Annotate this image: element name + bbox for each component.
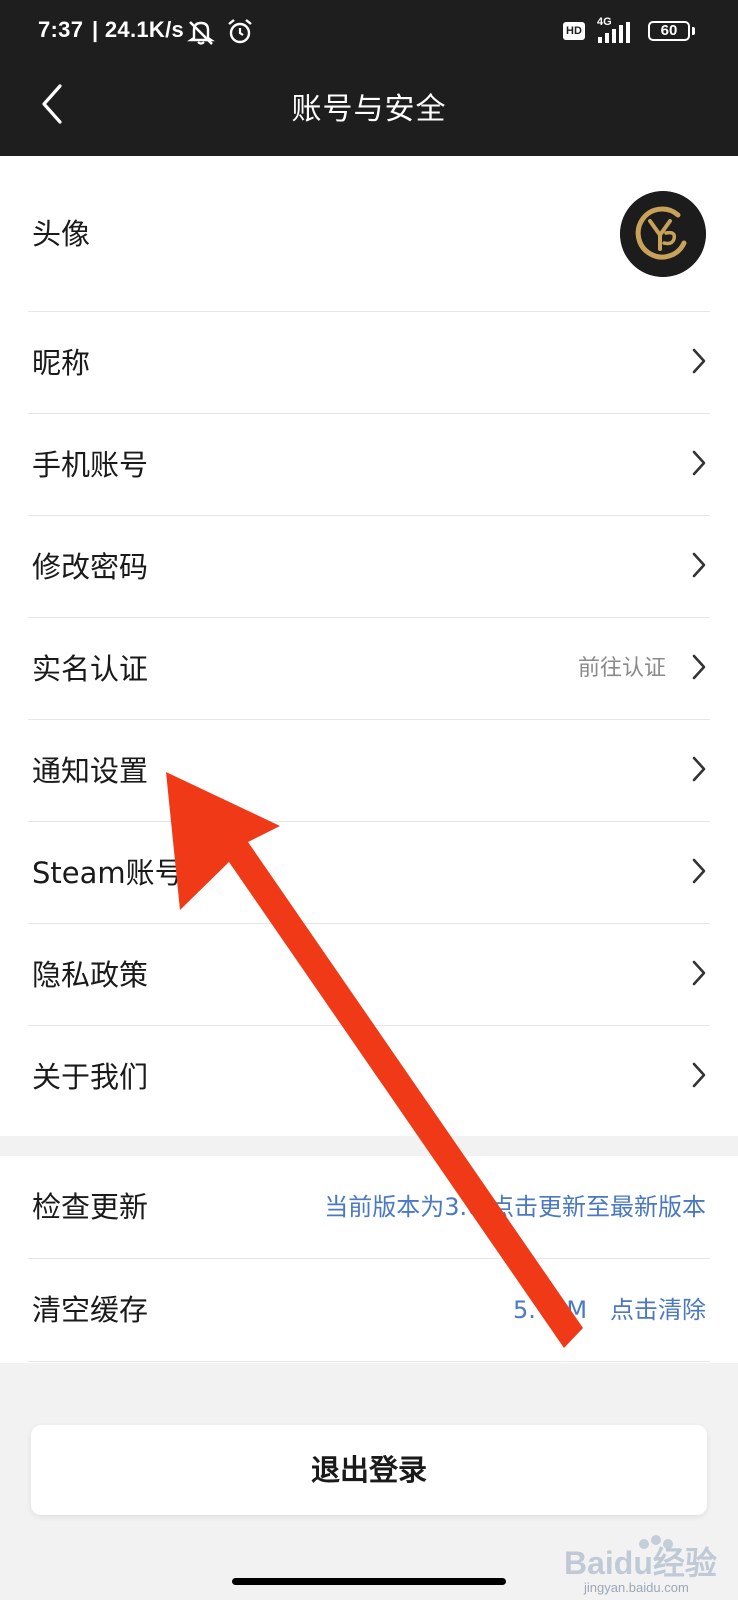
chevron-right-icon <box>692 858 706 884</box>
page-title: 账号与安全 <box>291 92 447 127</box>
status-time: 7:37 <box>38 17 84 42</box>
settings-item-about-us[interactable]: 关于我们 <box>0 1026 738 1128</box>
settings-item-label: 手机账号 <box>32 448 149 482</box>
check-update-label: 检查更新 <box>32 1190 149 1224</box>
settings-item-label: 关于我们 <box>32 1060 149 1094</box>
logout-button[interactable]: 退出登录 <box>31 1425 707 1515</box>
home-indicator[interactable] <box>232 1578 506 1585</box>
settings-item-steam-account[interactable]: Steam账号 <box>0 822 738 924</box>
clear-cache-row[interactable]: 清空缓存 5. 2M 点击清除 <box>0 1259 738 1362</box>
settings-item-value: 前往认证 <box>577 656 666 681</box>
avatar-logo-icon <box>620 191 706 277</box>
signal-icon <box>598 22 630 43</box>
app-info-card: 检查更新 当前版本为3.6 点击更新至最新版本 清空缓存 5. 2M 点击清除 <box>0 1156 738 1363</box>
mute-bell-icon <box>187 21 215 45</box>
hd-badge: HD <box>563 22 585 40</box>
avatar-label: 头像 <box>32 217 91 251</box>
settings-item-label: 通知设置 <box>32 754 149 788</box>
watermark-site: jingyan.baidu.com <box>584 1580 689 1595</box>
check-update-row[interactable]: 检查更新 当前版本为3.6 点击更新至最新版本 <box>0 1156 738 1259</box>
battery-nub <box>692 27 695 35</box>
settings-item-phone-account[interactable]: 手机账号 <box>0 414 738 516</box>
avatar-row[interactable]: 头像 <box>0 156 738 312</box>
chevron-right-icon <box>692 450 706 476</box>
settings-item-label: 隐私政策 <box>32 958 149 992</box>
network-speed: | 24.1K/s <box>92 17 185 42</box>
settings-item-label: 实名认证 <box>32 652 149 686</box>
settings-item-notifications[interactable]: 通知设置 <box>0 720 738 822</box>
watermark-brand: Baidu经验 <box>564 1545 717 1581</box>
settings-item-privacy-policy[interactable]: 隐私政策 <box>0 924 738 1026</box>
status-bar: 7:37 | 24.1K/s HD 4G 60 <box>0 0 738 64</box>
check-update-link[interactable]: 当前版本为3.6 点击更新至最新版本 <box>324 1156 706 1259</box>
settings-item-label: 昵称 <box>32 346 91 380</box>
chevron-right-icon <box>692 348 706 374</box>
battery-icon: 60 <box>648 21 690 41</box>
divider <box>28 1361 710 1362</box>
chevron-right-icon <box>692 756 706 782</box>
settings-item-change-password[interactable]: 修改密码 <box>0 516 738 618</box>
settings-item-label: Steam账号 <box>32 856 184 890</box>
alarm-icon <box>228 19 252 44</box>
settings-item-label: 修改密码 <box>32 550 149 584</box>
chevron-right-icon <box>692 960 706 986</box>
chevron-right-icon <box>692 654 706 680</box>
chevron-right-icon <box>692 552 706 578</box>
clear-cache-label: 清空缓存 <box>32 1293 149 1327</box>
top-bar: 7:37 | 24.1K/s HD 4G 60 账号与安全 <box>0 0 738 156</box>
avatar[interactable] <box>620 191 706 277</box>
settings-item-real-name[interactable]: 实名认证 前往认证 <box>0 618 738 720</box>
settings-card: 头像 昵称 手机账号 修改密码 实名认证 前往认证 通知设置 Steam账号 隐… <box>0 156 738 1136</box>
chevron-right-icon <box>692 1062 706 1088</box>
clear-cache-link[interactable]: 5. 2M 点击清除 <box>513 1259 706 1362</box>
settings-item-nickname[interactable]: 昵称 <box>0 312 738 414</box>
